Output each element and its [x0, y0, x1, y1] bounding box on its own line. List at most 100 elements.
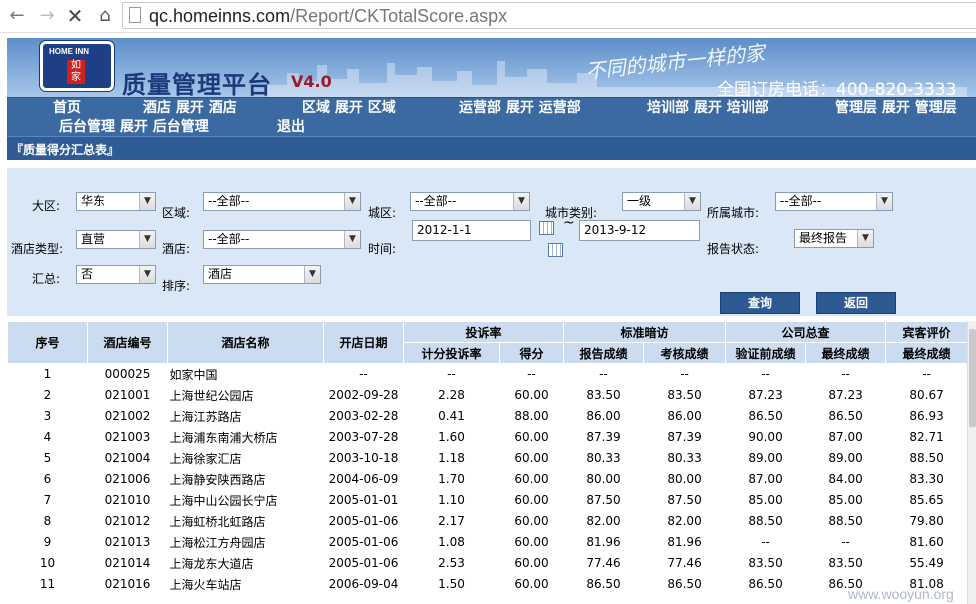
table-cell: 2002-09-28 — [328, 388, 399, 402]
table-row: 6 021006 上海静安陕西路店 2004-06-09 1.70 60.00 80.00 8… — [8, 469, 968, 490]
report-status-select[interactable]: 最终报告 ▼ — [794, 229, 874, 248]
table-cell: 77.46 — [667, 556, 702, 570]
table-cell: 10 — [39, 556, 56, 570]
col-header-hotel-name[interactable]: 酒店名称 — [167, 321, 324, 364]
vertical-scrollbar[interactable] — [967, 321, 976, 604]
address-bar[interactable]: qc.homeinns.com/Report/CKTotalScore.aspx — [122, 2, 976, 29]
chevron-down-icon: ▼ — [857, 230, 873, 247]
menu-admin[interactable]: 后台管理 展开 后台管理 — [59, 118, 209, 136]
table-cell: 1.60 — [438, 430, 465, 444]
menu-management[interactable]: 管理层 展开 管理层 — [835, 99, 957, 117]
col-header-hotel-code[interactable]: 酒店编号 — [87, 321, 168, 364]
chevron-down-icon: ▼ — [139, 193, 155, 210]
chevron-down-icon: ▼ — [139, 266, 155, 283]
table-cell: 90.00 — [748, 430, 783, 444]
col-header-pre-verify-score[interactable]: 验证前成绩 — [725, 342, 807, 364]
scrollbar-thumb[interactable] — [969, 329, 976, 427]
table-cell: 80.33 — [586, 451, 621, 465]
table-cell: 87.50 — [667, 493, 702, 507]
sort-select[interactable]: 酒店 ▼ — [203, 265, 321, 284]
table-cell: 55.49 — [909, 556, 944, 570]
table-cell: -- — [761, 535, 770, 549]
col-header-report-score[interactable]: 报告成绩 — [563, 342, 645, 364]
hotel-select[interactable]: --全部-- ▼ — [203, 230, 361, 249]
system-title: 质量管理平台 — [122, 71, 272, 97]
table-cell: 88.50 — [828, 514, 863, 528]
table-cell: 2003-07-28 — [328, 430, 399, 444]
area-select[interactable]: --全部-- ▼ — [203, 192, 361, 211]
browser-toolbar: ← → ✕ ⌂ qc.homeinns.com/Report/CKTotalSc… — [0, 0, 976, 33]
menu-hotel[interactable]: 酒店 展开 酒店 — [143, 99, 237, 117]
home-inns-logo: HOME INN 如家 — [40, 41, 114, 91]
page-icon — [129, 7, 141, 23]
menu-home[interactable]: 首页 — [53, 99, 81, 117]
menu-operations[interactable]: 运营部 展开 运营部 — [459, 99, 581, 117]
table-row: 1 000025 如家中国 -- -- -- -- -- -- -- -- — [8, 364, 968, 385]
query-button[interactable]: 查询 — [720, 292, 800, 314]
table-cell: 6 — [43, 472, 52, 486]
stop-icon[interactable]: ✕ — [64, 6, 86, 26]
date-to-input[interactable]: 2013-9-12 — [579, 220, 700, 241]
table-cell: 2003-10-18 — [328, 451, 399, 465]
date-from-input[interactable]: 2012-1-1 — [412, 220, 531, 241]
back-button[interactable]: 返回 — [816, 292, 896, 314]
col-header-guest-final-score[interactable]: 最终成绩 — [885, 342, 969, 364]
table-cell: 88.00 — [514, 409, 549, 423]
city-select[interactable]: --全部-- ▼ — [410, 192, 530, 211]
col-group-complaint: 投诉率 — [402, 321, 565, 343]
summary-select[interactable]: 否 ▼ — [76, 265, 156, 284]
back-icon[interactable]: ← — [6, 6, 28, 26]
menu-logout[interactable]: 退出 — [277, 118, 305, 136]
table-cell: 上海江苏路店 — [169, 409, 242, 424]
menu-area[interactable]: 区域 展开 区域 — [302, 99, 396, 117]
col-header-final-score[interactable]: 最终成绩 — [805, 342, 887, 364]
main-menu: 首页 酒店 展开 酒店 区域 展开 区域 运营部 展开 运营部 培训部 展开 培… — [7, 97, 976, 136]
col-header-index[interactable]: 序号 — [7, 321, 88, 364]
table-cell: 82.00 — [586, 514, 621, 528]
hotel-type-select[interactable]: 直营 ▼ — [76, 230, 156, 249]
table-cell: 上海虹桥北虹路店 — [169, 514, 266, 529]
table-cell: -- — [447, 367, 456, 382]
city-label: 城区: — [368, 206, 397, 220]
table-cell: 11 — [39, 577, 56, 591]
table-cell: 60.00 — [514, 493, 549, 507]
col-header-complaint-rate[interactable]: 计分投诉率 — [403, 342, 500, 364]
table-cell: -- — [841, 535, 850, 549]
col-header-complaint-score[interactable]: 得分 — [498, 342, 565, 364]
calendar-icon[interactable] — [548, 243, 563, 257]
forward-icon[interactable]: → — [36, 6, 58, 26]
table-cell: 2.28 — [438, 388, 465, 402]
table-row: 9 021013 上海松江方舟园店 2005-01-06 1.08 60.00 81.96 8… — [8, 532, 968, 553]
table-cell: 上海龙东大道店 — [169, 556, 254, 571]
table-cell: 021010 — [104, 493, 151, 507]
table-row: 7 021010 上海中山公园长宁店 2005-01-01 1.10 60.00 87.50… — [8, 490, 968, 511]
table-cell: 上海静安陕西路店 — [169, 472, 266, 487]
owner-city-select[interactable]: --全部-- ▼ — [775, 192, 893, 211]
table-cell: 021004 — [104, 451, 151, 465]
table-cell: 2 — [43, 388, 52, 402]
table-row: 2 021001 上海世纪公园店 2002-09-28 2.28 60.00 83.50 83… — [8, 385, 968, 406]
city-type-select[interactable]: 一级 ▼ — [622, 192, 701, 211]
table-cell: 83.50 — [828, 556, 863, 570]
table-cell: 9 — [43, 535, 52, 549]
calendar-icon[interactable] — [539, 221, 554, 235]
col-header-open-date[interactable]: 开店日期 — [323, 321, 404, 364]
col-group-company-audit: 公司总查 — [725, 321, 887, 343]
filter-panel: 大区: 华东 ▼ 区域: --全部-- ▼ 城区: --全部-- ▼ 城市类别: 一级… — [7, 168, 976, 316]
table-cell: 上海徐家汇店 — [169, 451, 242, 466]
table-cell: 81.96 — [586, 535, 621, 549]
menu-training[interactable]: 培训部 展开 培训部 — [647, 99, 769, 117]
url-text: qc.homeinns.com/Report/CKTotalScore.aspx — [149, 6, 508, 26]
hotline: 全国订房电话：400-820-3333 — [717, 80, 957, 97]
table-cell: 88.50 — [748, 514, 783, 528]
table-cell: 3 — [43, 409, 52, 423]
region-select[interactable]: 华东 ▼ — [76, 192, 156, 211]
table-cell: 000025 — [104, 367, 151, 382]
table-cell: 1.10 — [438, 493, 465, 507]
table-cell: -- — [527, 367, 536, 382]
table-cell: 021001 — [104, 388, 151, 402]
home-icon[interactable]: ⌂ — [94, 6, 116, 26]
area-label: 区域: — [162, 206, 191, 220]
table-cell: 2006-09-04 — [328, 577, 399, 591]
col-header-assess-score[interactable]: 考核成绩 — [643, 342, 727, 364]
